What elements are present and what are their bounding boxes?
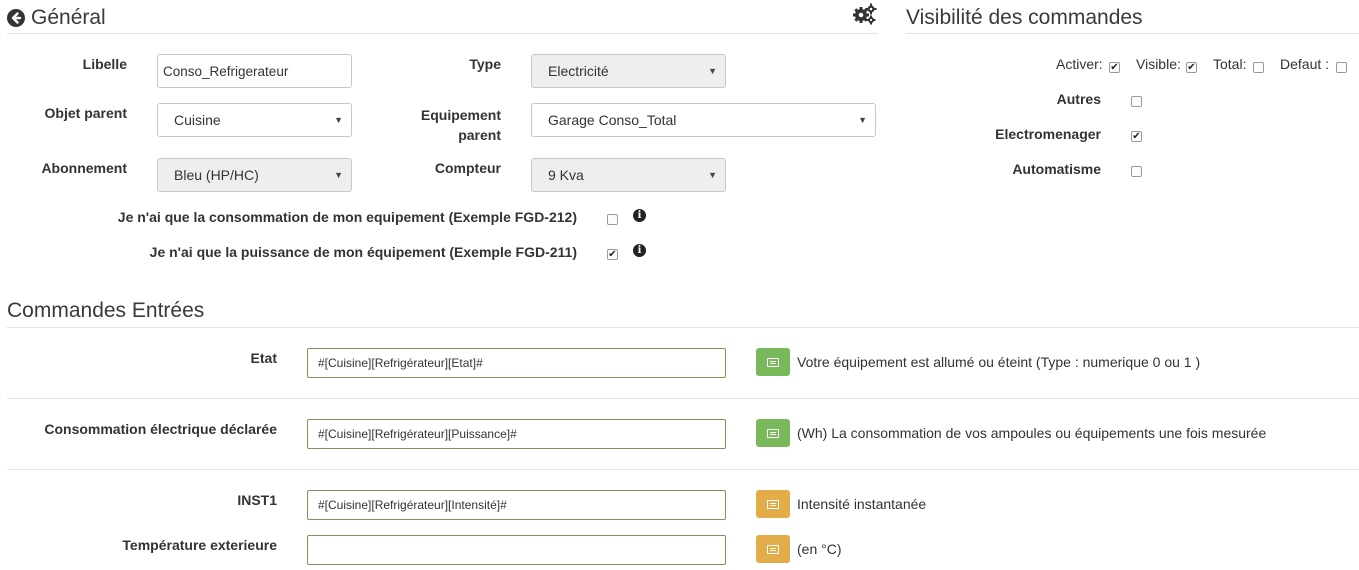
libelle-label: Libelle [82, 56, 127, 72]
objet-parent-label: Objet parent [44, 105, 127, 121]
category-automatisme-label: Automatisme [1012, 161, 1101, 177]
chevron-down-icon: ▼ [708, 170, 717, 180]
chevron-down-icon: ▼ [708, 66, 717, 76]
command-label: Consommation électrique déclarée [44, 421, 277, 437]
list-alt-icon [767, 357, 779, 367]
list-alt-icon [767, 544, 779, 554]
commandes-title: Commandes Entrées [7, 299, 205, 322]
abonnement-label: Abonnement [41, 160, 127, 176]
info-icon: i [633, 244, 646, 257]
compteur-select-value: 9 Kva [548, 167, 584, 183]
defaut-checkbox[interactable] [1336, 62, 1347, 73]
objet-parent-select-value: Cuisine [174, 112, 221, 128]
abonnement-select-value: Bleu (HP/HC) [174, 167, 259, 183]
select-command-button[interactable] [756, 419, 790, 447]
activer-checkbox[interactable]: ✔ [1109, 62, 1120, 73]
objet-parent-select[interactable]: Cuisine ▼ [157, 103, 352, 137]
conso-only-label: Je n'ai que la consommation de mon equip… [117, 209, 577, 225]
puissance-only-label: Je n'ai que la puissance de mon équipeme… [149, 244, 577, 260]
compteur-select: 9 Kva ▼ [531, 158, 726, 192]
gears-icon [853, 3, 877, 25]
general-divider [7, 33, 877, 34]
command-input[interactable] [307, 535, 726, 565]
conso-only-checkbox[interactable] [607, 214, 618, 225]
total-label: Total: [1213, 56, 1247, 72]
category-electromenager-checkbox[interactable]: ✔ [1131, 131, 1142, 142]
defaut-label: Defaut : [1280, 56, 1330, 72]
activer-label: Activer: [1056, 56, 1103, 72]
list-alt-icon [767, 499, 779, 509]
command-input[interactable]: #[Cuisine][Refrigérateur][Puissance]# [307, 419, 726, 449]
select-command-button[interactable] [756, 535, 790, 563]
chevron-down-icon: ▼ [858, 115, 867, 125]
equipement-parent-label: Equipement parent [400, 105, 501, 145]
command-input[interactable]: #[Cuisine][Refrigérateur][Etat]# [307, 348, 726, 378]
commandes-divider [7, 327, 1359, 328]
type-select-value: Electricité [548, 63, 609, 79]
info-icon: i [633, 209, 646, 222]
category-electromenager-label: Electromenager [995, 126, 1101, 142]
category-automatisme-checkbox[interactable] [1131, 166, 1142, 177]
command-description: Votre équipement est allumé ou éteint (T… [797, 354, 1201, 370]
command-label: Température exterieure [122, 537, 277, 553]
command-description: (en °C) [797, 541, 842, 557]
type-select: Electricité ▼ [531, 54, 726, 88]
equipement-parent-select-value: Garage Conso_Total [548, 112, 677, 128]
row-divider [7, 469, 1359, 470]
visibility-divider [906, 33, 1359, 34]
command-label: INST1 [237, 492, 277, 508]
compteur-label: Compteur [434, 160, 501, 176]
configure-button[interactable] [852, 3, 877, 25]
visible-label: Visible: [1136, 56, 1181, 72]
chevron-down-icon: ▼ [334, 170, 343, 180]
type-label: Type [469, 56, 501, 72]
total-checkbox[interactable] [1253, 62, 1264, 73]
row-divider [7, 398, 1359, 399]
general-title: Général [31, 6, 106, 29]
category-autres-label: Autres [1056, 91, 1101, 107]
command-input[interactable]: #[Cuisine][Refrigérateur][Intensité]# [307, 490, 726, 520]
category-autres-checkbox[interactable] [1131, 96, 1142, 107]
equipement-parent-label-line2: parent [458, 127, 501, 143]
back-button[interactable] [7, 9, 25, 27]
command-description: Intensité instantanée [797, 496, 927, 512]
visible-checkbox[interactable]: ✔ [1186, 62, 1197, 73]
list-alt-icon [767, 428, 779, 438]
command-label: Etat [250, 350, 277, 366]
visibility-title: Visibilité des commandes [906, 6, 1143, 29]
command-description: (Wh) La consommation de vos ampoules ou … [797, 425, 1267, 441]
puissance-only-checkbox[interactable]: ✔ [607, 249, 618, 260]
chevron-down-icon: ▼ [334, 115, 343, 125]
equipement-parent-select[interactable]: Garage Conso_Total ▼ [531, 103, 876, 137]
arrow-circle-left-icon [7, 9, 25, 27]
select-command-button[interactable] [756, 348, 790, 376]
abonnement-select: Bleu (HP/HC) ▼ [157, 158, 352, 192]
equipement-parent-label-line1: Equipement [420, 107, 501, 123]
libelle-input[interactable]: Conso_Refrigerateur [157, 54, 352, 88]
select-command-button[interactable] [756, 490, 790, 518]
